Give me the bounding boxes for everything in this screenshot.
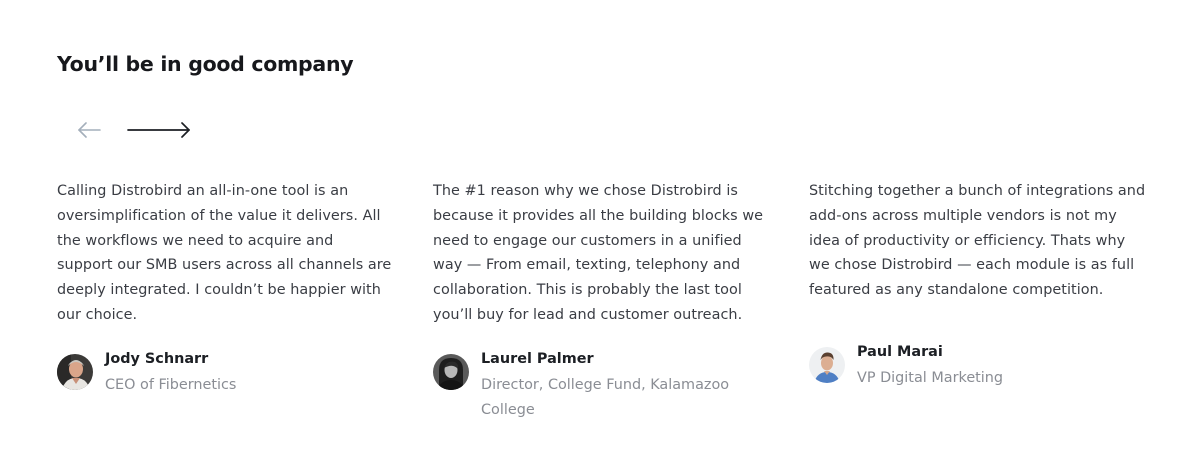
testimonial-author: Jody Schnarr CEO of Fibernetics xyxy=(57,351,407,424)
previous-button[interactable] xyxy=(76,118,102,142)
testimonial-author: Paul Marai VP Digital Marketing xyxy=(809,344,1159,417)
quote-line: collaboration. This is probably the last… xyxy=(433,282,742,299)
author-role: Director, College Fund, Kalamazoo Colleg… xyxy=(481,373,771,423)
testimonial-quote: Stitching together a bunch of integratio… xyxy=(809,179,1159,303)
quote-line: deeply integrated. I couldn’t be happier… xyxy=(57,282,381,299)
quote-line: The #1 reason why we chose Distrobird is xyxy=(433,183,738,199)
author-role-line: College xyxy=(481,401,535,418)
author-name: Paul Marai xyxy=(857,343,943,360)
quote-line: add-ons across multiple vendors is not m… xyxy=(809,207,1117,224)
quote-line: because it provides all the building blo… xyxy=(433,207,764,224)
testimonials-section: You’ll be in good company Calling Distro… xyxy=(0,0,1200,472)
author-name: Laurel Palmer xyxy=(481,350,594,367)
avatar xyxy=(57,353,93,390)
quote-line: Calling Distrobird an all-in-one tool is… xyxy=(57,183,349,199)
avatar xyxy=(809,346,845,383)
author-role-line: VP Digital Marketing xyxy=(857,369,1004,386)
quote-line: Stitching together a bunch of integratio… xyxy=(809,183,1146,199)
quote-line: our choice. xyxy=(57,306,138,323)
quote-line: featured as any standalone competition. xyxy=(809,282,1104,299)
quote-line: oversimplification of the value it deliv… xyxy=(57,207,381,224)
author-role: VP Digital Marketing xyxy=(857,366,1147,391)
testimonial-card: Stitching together a bunch of integratio… xyxy=(809,179,1159,417)
testimonial-quote: The #1 reason why we chose Distrobird is… xyxy=(433,179,783,328)
testimonial-card: Calling Distrobird an all-in-one tool is… xyxy=(57,179,407,424)
next-button[interactable] xyxy=(126,118,192,142)
avatar xyxy=(433,353,469,390)
quote-line: support our SMB users across all channel… xyxy=(57,257,392,274)
quote-line: we chose Distrobird — each module is as … xyxy=(809,257,1135,274)
testimonial-card: The #1 reason why we chose Distrobird is… xyxy=(433,179,783,424)
quote-line: the workflows we need to acquire and xyxy=(57,232,334,249)
section-heading: You’ll be in good company xyxy=(57,52,354,76)
arrow-right-icon xyxy=(127,122,190,138)
testimonial-author: Laurel Palmer Director, College Fund, Ka… xyxy=(433,351,783,424)
quote-line: idea of productivity or efficiency. That… xyxy=(809,232,1126,249)
author-role-line: Director, College Fund, Kalamazoo xyxy=(481,376,730,393)
quote-line: you’ll buy for lead and customer outreac… xyxy=(433,306,743,323)
author-name: Jody Schnarr xyxy=(105,350,209,367)
author-role: CEO of Fibernetics xyxy=(105,373,395,398)
testimonial-quote: Calling Distrobird an all-in-one tool is… xyxy=(57,179,407,328)
quote-line: need to engage our customers in a unifie… xyxy=(433,232,742,249)
arrow-left-icon xyxy=(78,122,101,138)
author-role-line: CEO of Fibernetics xyxy=(105,376,237,393)
quote-line: way — From email, texting, telephony and xyxy=(433,257,741,274)
